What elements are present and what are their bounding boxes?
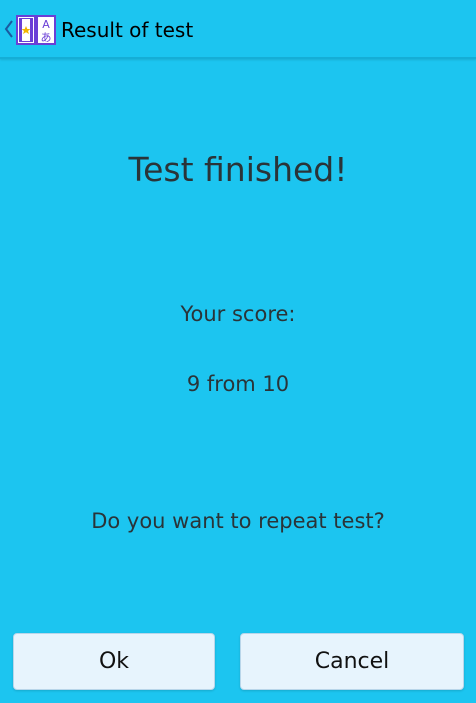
app-bar: A あ Result of test	[0, 0, 476, 59]
flashcards-app-icon[interactable]: A あ	[16, 14, 56, 46]
page-title: Result of test	[61, 18, 194, 42]
repeat-test-question: Do you want to repeat test?	[91, 509, 385, 533]
ok-button[interactable]: Ok	[13, 633, 215, 690]
cancel-button[interactable]: Cancel	[240, 633, 464, 690]
chevron-left-icon[interactable]	[3, 18, 15, 40]
svg-text:あ: あ	[41, 31, 52, 44]
score-value: 9 from 10	[186, 372, 290, 396]
test-finished-headline: Test finished!	[128, 150, 348, 189]
score-label: Your score:	[180, 302, 296, 326]
svg-text:A: A	[42, 18, 50, 31]
